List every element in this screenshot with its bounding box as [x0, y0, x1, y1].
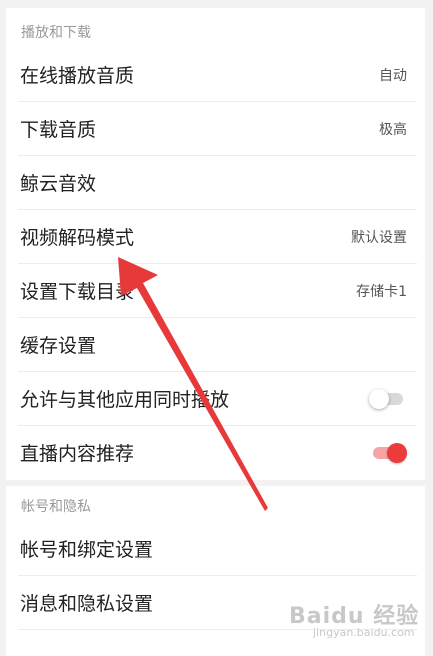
setting-download-directory[interactable]: 设置下载目录 存储卡1 [6, 264, 425, 318]
setting-label: 鲸云音效 [20, 172, 97, 195]
setting-label: 设置下载目录 [20, 280, 135, 303]
setting-value: 默认设置 [351, 230, 407, 246]
setting-label: 直播内容推荐 [20, 442, 135, 465]
watermark-sub-text: jingyan.baidu.com [313, 626, 415, 639]
setting-label: 帐号和绑定设置 [20, 538, 154, 561]
setting-video-decode[interactable]: 视频解码模式 默认设置 [6, 210, 425, 264]
top-edge [0, 0, 433, 8]
playback-settings-card: 播放和下载 在线播放音质 自动 下载音质 极高 鲸云音效 视频解码模式 默认设置… [6, 8, 425, 480]
setting-value: 存储卡1 [356, 284, 407, 300]
setting-sound-effect[interactable]: 鲸云音效 [6, 156, 425, 210]
setting-value: 极高 [379, 122, 407, 138]
mix-playback-toggle[interactable] [369, 388, 407, 410]
setting-live-recommend: 直播内容推荐 [6, 426, 425, 480]
setting-label: 视频解码模式 [20, 226, 135, 249]
section-title-account: 帐号和隐私 [21, 499, 91, 515]
setting-label: 缓存设置 [20, 334, 97, 357]
setting-account-binding[interactable]: 帐号和绑定设置 [6, 522, 425, 576]
setting-download-quality[interactable]: 下载音质 极高 [6, 102, 425, 156]
setting-label: 下载音质 [20, 118, 97, 141]
setting-value: 自动 [379, 68, 407, 84]
live-recommend-toggle[interactable] [369, 442, 407, 464]
section-title-playback: 播放和下载 [21, 25, 91, 41]
setting-label: 在线播放音质 [20, 64, 135, 87]
toggle-knob [369, 389, 389, 409]
setting-label: 消息和隐私设置 [20, 592, 154, 615]
baidu-jingyan-watermark: Baidu 经验 jingyan.baidu.com [283, 594, 423, 644]
setting-online-quality[interactable]: 在线播放音质 自动 [6, 48, 425, 102]
setting-mix-playback: 允许与其他应用同时播放 [6, 372, 425, 426]
setting-cache[interactable]: 缓存设置 [6, 318, 425, 372]
setting-label: 允许与其他应用同时播放 [20, 388, 230, 411]
toggle-knob [387, 443, 407, 463]
